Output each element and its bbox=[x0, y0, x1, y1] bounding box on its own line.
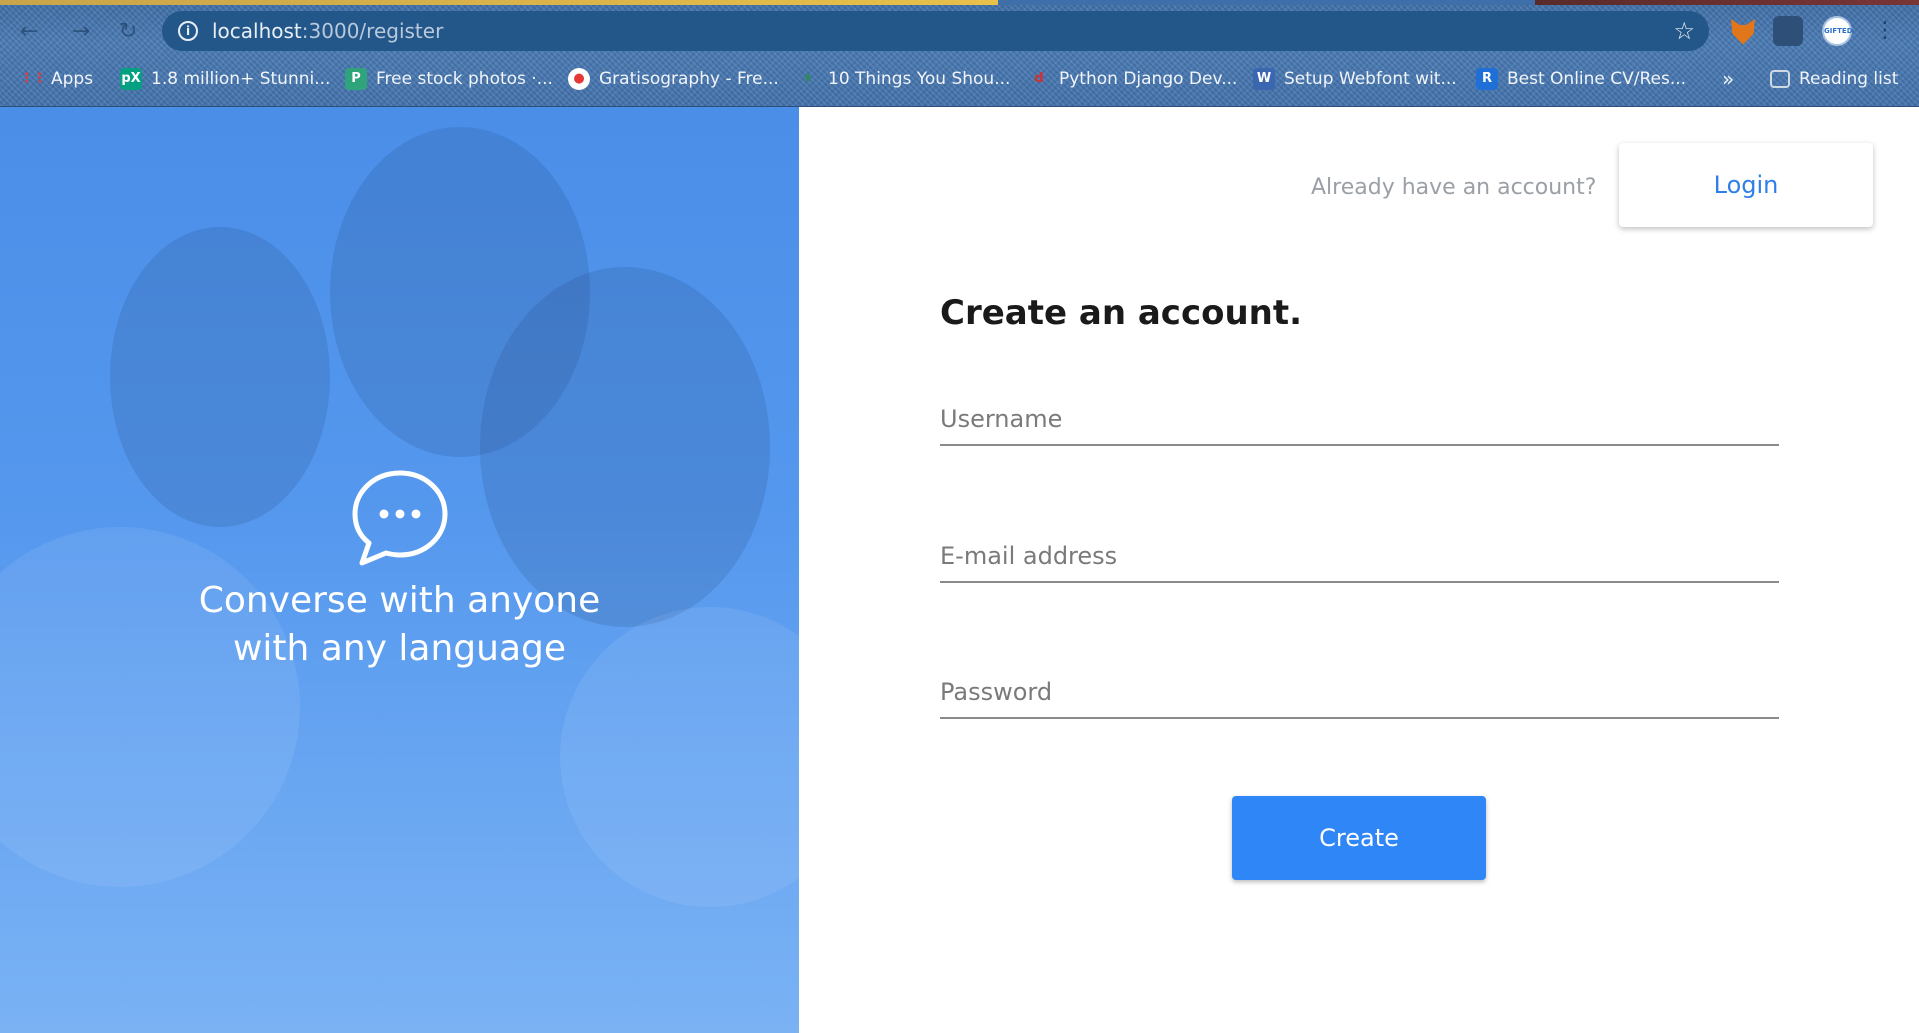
webfont-icon: W bbox=[1253, 68, 1275, 90]
address-url[interactable]: localhost:3000/register bbox=[212, 19, 443, 43]
bookmark-label: Setup Webfont wit... bbox=[1284, 69, 1457, 89]
back-icon[interactable]: ← bbox=[14, 17, 44, 47]
chat-bubble-icon bbox=[352, 470, 447, 566]
site-info-icon[interactable]: i bbox=[178, 21, 198, 41]
article-icon: ⏵ bbox=[804, 71, 812, 86]
already-have-account-text: Already have an account? bbox=[1311, 175, 1597, 200]
username-field[interactable] bbox=[940, 400, 1779, 446]
bookmark-django[interactable]: d Python Django Dev... bbox=[1028, 66, 1237, 92]
bookmark-label: Python Django Dev... bbox=[1059, 69, 1238, 89]
bookmark-stock-photos[interactable]: P Free stock photos ·... bbox=[345, 66, 553, 92]
bookmark-webfont[interactable]: W Setup Webfont wit... bbox=[1253, 66, 1457, 92]
hero-tagline: Converse with anyone with any language bbox=[0, 577, 799, 673]
hero-panel: Converse with anyone with any language bbox=[0, 107, 799, 1033]
address-bar[interactable]: i localhost:3000/register ☆ bbox=[162, 11, 1709, 51]
bookmark-label: Free stock photos ·... bbox=[376, 69, 553, 89]
register-panel: Already have an account? Login Create an… bbox=[799, 107, 1919, 1033]
apps-grid-icon: ⋮⋮ bbox=[20, 71, 46, 86]
url-path: :3000/register bbox=[301, 19, 444, 43]
extensions-puzzle-icon[interactable] bbox=[1773, 16, 1803, 46]
bookmark-10-things[interactable]: ⏵ 10 Things You Shou... bbox=[797, 66, 1011, 92]
hero-tagline-line2: with any language bbox=[232, 628, 567, 669]
tab-strip bbox=[0, 0, 1919, 5]
reading-list-icon bbox=[1770, 70, 1790, 88]
chevron-right-icon: » bbox=[1722, 67, 1735, 91]
hero-content: Converse with anyone with any language bbox=[0, 467, 799, 673]
bookmark-label: Apps bbox=[51, 69, 94, 89]
bookmark-gratisography[interactable]: ● Gratisography - Fre... bbox=[568, 66, 779, 92]
bookmark-star-icon[interactable]: ☆ bbox=[1673, 17, 1695, 45]
bookmarks-bar: ⋮⋮ Apps pX 1.8 million+ Stunni... P Free… bbox=[0, 62, 1919, 96]
resume-icon: R bbox=[1476, 68, 1498, 90]
reading-list-button[interactable]: Reading list bbox=[1770, 66, 1898, 92]
bookmark-label: Gratisography - Fre... bbox=[599, 69, 779, 89]
bookmarks-overflow[interactable]: » bbox=[1722, 66, 1734, 92]
create-account-button[interactable]: Create bbox=[1232, 796, 1486, 880]
bookmark-label: 10 Things You Shou... bbox=[828, 69, 1011, 89]
login-button[interactable]: Login bbox=[1619, 143, 1873, 227]
password-field[interactable] bbox=[940, 673, 1779, 719]
stock-photos-icon: P bbox=[345, 68, 367, 90]
reading-list-label: Reading list bbox=[1799, 69, 1899, 89]
page-title: Create an account. bbox=[940, 293, 1303, 333]
bookmark-apps[interactable]: ⋮⋮ Apps bbox=[20, 66, 93, 92]
reload-icon[interactable]: ↻ bbox=[113, 17, 143, 47]
django-icon: d bbox=[1034, 71, 1044, 86]
forward-icon[interactable]: → bbox=[66, 17, 96, 47]
url-host: localhost bbox=[212, 19, 302, 43]
browser-chrome: ← → ↻ i localhost:3000/register ☆ GIFTED… bbox=[0, 0, 1919, 107]
bookmark-label: Best Online CV/Res... bbox=[1507, 69, 1687, 89]
bookmark-resume[interactable]: R Best Online CV/Res... bbox=[1476, 66, 1686, 92]
browser-menu-icon[interactable]: ⋮ bbox=[1874, 14, 1896, 48]
bookmark-label: 1.8 million+ Stunni... bbox=[151, 69, 331, 89]
hero-tagline-line1: Converse with anyone bbox=[198, 580, 601, 621]
pexels-icon: pX bbox=[120, 68, 142, 90]
bookmark-pexels[interactable]: pX 1.8 million+ Stunni... bbox=[120, 66, 330, 92]
metamask-fox-icon[interactable] bbox=[1731, 19, 1755, 45]
email-field[interactable] bbox=[940, 537, 1779, 583]
register-page: Converse with anyone with any language A… bbox=[0, 107, 1919, 1033]
profile-avatar[interactable]: GIFTED bbox=[1822, 16, 1853, 46]
gratisography-icon: ● bbox=[568, 68, 590, 90]
